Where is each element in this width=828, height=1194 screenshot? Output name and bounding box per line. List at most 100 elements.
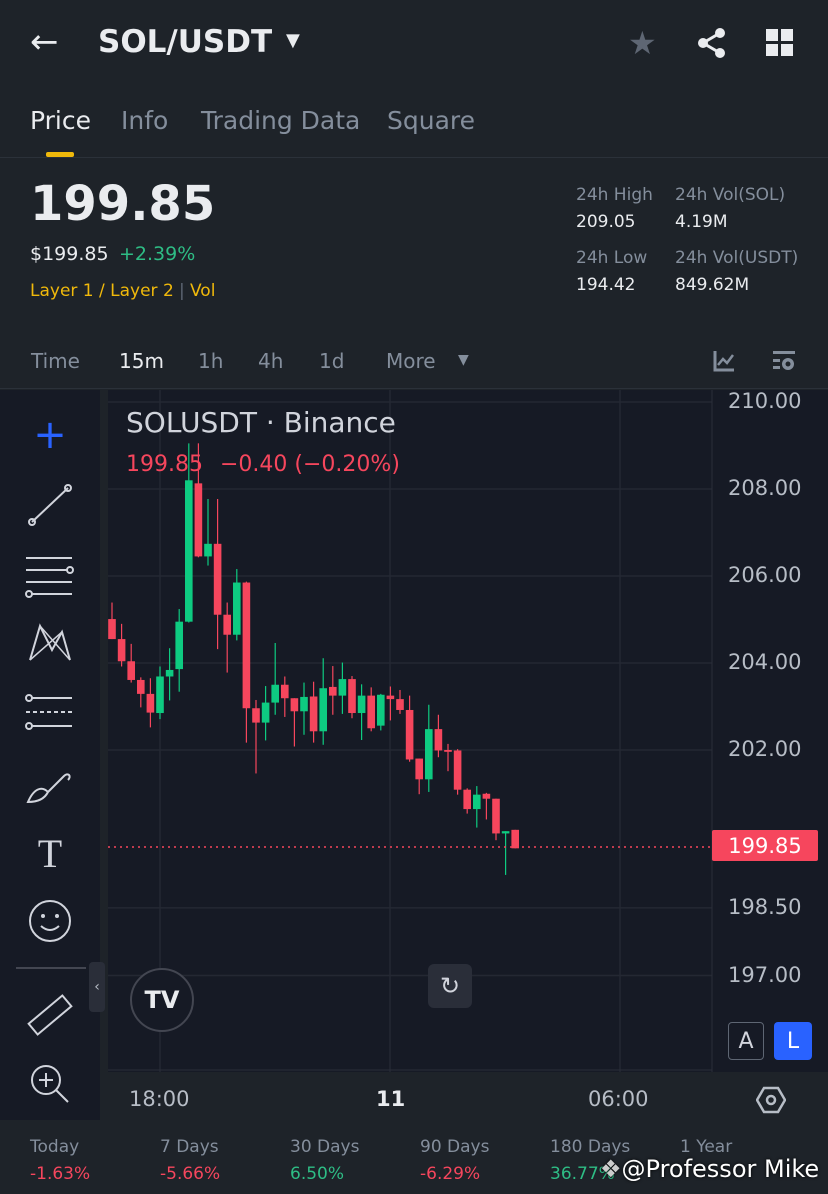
high-label: 24h High <box>576 185 653 205</box>
candle-body <box>453 750 462 790</box>
top-bar: ← SOL/USDT ▼ ★ <box>0 0 828 90</box>
candle-body <box>261 702 270 723</box>
candle-body <box>396 699 404 710</box>
x-tick: 06:00 <box>588 1087 649 1111</box>
fib-icon[interactable] <box>24 688 76 738</box>
trend-line-icon[interactable] <box>24 480 76 530</box>
candle-body <box>290 698 299 712</box>
tf-time[interactable]: Time <box>31 349 80 373</box>
candle-body <box>300 696 308 712</box>
tf-more[interactable]: More <box>386 349 436 373</box>
y-tick: 206.00 <box>728 563 802 587</box>
candle-body <box>386 695 395 700</box>
low-label: 24h Low <box>576 248 648 268</box>
collapse-toolbar-icon[interactable]: ‹ <box>89 962 105 1012</box>
pair-title[interactable]: SOL/USDT <box>98 24 272 60</box>
zoom-in-icon[interactable] <box>24 1058 76 1108</box>
more-dropdown-icon[interactable]: ▼ <box>458 352 469 368</box>
chart-symbol: SOLUSDT · Binance <box>126 406 396 439</box>
perf-value: -1.63% <box>30 1164 91 1184</box>
grid-menu-icon[interactable] <box>766 29 794 57</box>
perf-label: 1 Year <box>680 1137 733 1157</box>
pattern-icon[interactable] <box>24 618 76 668</box>
tab-price[interactable]: Price <box>30 106 91 135</box>
tab-info[interactable]: Info <box>121 106 168 135</box>
chart-area[interactable]: SOLUSDT · Binance 199.85 −0.40 (−0.20%) … <box>108 390 828 1072</box>
low-value: 194.42 <box>576 275 636 295</box>
candle-body <box>165 669 174 677</box>
indicator-icon[interactable] <box>713 350 735 372</box>
share-icon[interactable] <box>696 27 728 59</box>
tf-1d[interactable]: 1d <box>319 349 344 373</box>
candle-body <box>233 582 241 635</box>
settings-hex-icon[interactable] <box>756 1086 786 1114</box>
y-tick: 197.00 <box>728 962 802 987</box>
current-price-label: 199.85 <box>712 830 818 861</box>
high-value: 209.05 <box>576 212 636 232</box>
auto-scale-button[interactable]: A <box>728 1022 764 1060</box>
candle-body <box>204 543 212 557</box>
chart-change: −0.40 (−0.20%) <box>220 452 400 477</box>
text-tool-icon[interactable]: T <box>24 828 76 878</box>
candle-body <box>213 543 222 615</box>
candle-body <box>242 582 251 709</box>
tf-4h[interactable]: 4h <box>258 349 283 373</box>
candle-body <box>377 694 385 726</box>
star-icon[interactable]: ★ <box>628 24 657 62</box>
price-change: +2.39% <box>119 243 196 265</box>
tradingview-logo: TV <box>130 968 194 1032</box>
candle-body <box>463 789 471 810</box>
last-price: 199.85 <box>30 176 216 232</box>
chart-settings-icon[interactable] <box>771 350 797 372</box>
candle-body <box>405 709 414 760</box>
horizontal-lines-icon[interactable] <box>24 550 76 600</box>
back-arrow-icon[interactable]: ← <box>30 22 59 62</box>
candle-body <box>175 621 183 670</box>
tag-separator: | <box>179 281 185 301</box>
vol-usdt-value: 849.62M <box>675 275 750 295</box>
tab-trading-data[interactable]: Trading Data <box>201 106 360 135</box>
watermark-text: @Professor Mike <box>621 1155 820 1183</box>
ruler-icon[interactable] <box>24 990 76 1040</box>
pair-dropdown-icon[interactable]: ▼ <box>286 30 300 51</box>
perf-label: 90 Days <box>420 1137 490 1157</box>
x-tick: 11 <box>376 1087 406 1111</box>
candle-body <box>367 695 375 729</box>
chart-last-price: 199.85 <box>126 452 203 477</box>
tf-1h[interactable]: 1h <box>198 349 223 373</box>
perf-label: 7 Days <box>160 1137 219 1157</box>
candle-body <box>501 831 510 834</box>
perf-label: 30 Days <box>290 1137 360 1157</box>
tab-square[interactable]: Square <box>387 106 475 135</box>
y-tick: 202.00 <box>728 737 802 761</box>
candle-body <box>108 619 116 640</box>
candle-body <box>309 696 318 732</box>
toolbar-divider <box>16 967 86 969</box>
candle-body <box>415 758 423 780</box>
candle-body <box>357 695 366 714</box>
usd-price: $199.85 <box>30 243 109 265</box>
y-tick: 210.00 <box>728 389 802 413</box>
candle-body <box>319 688 327 732</box>
candle-body <box>473 794 481 810</box>
vol-sol-value: 4.19M <box>675 212 728 232</box>
candle-body <box>444 750 452 752</box>
candle-body <box>146 693 155 713</box>
brush-icon[interactable] <box>24 758 76 808</box>
emoji-icon[interactable] <box>24 896 76 946</box>
candle-body <box>348 679 356 714</box>
candle-body <box>223 614 231 635</box>
divider <box>0 388 828 389</box>
candle-body <box>271 684 279 703</box>
log-scale-button[interactable]: L <box>774 1022 812 1060</box>
tf-15m[interactable]: 15m <box>119 349 164 373</box>
candle-body <box>252 708 260 723</box>
y-tick: 204.00 <box>728 650 802 674</box>
reset-chart-icon[interactable]: ↻ <box>428 964 472 1008</box>
tag-layer[interactable]: Layer 1 / Layer 2 <box>30 281 174 301</box>
crosshair-icon[interactable]: + <box>24 410 76 460</box>
drawing-toolbar: + T ‹ <box>0 390 105 1120</box>
tag-vol[interactable]: Vol <box>190 281 215 301</box>
candle-body <box>156 676 164 714</box>
candle-body <box>434 729 443 751</box>
